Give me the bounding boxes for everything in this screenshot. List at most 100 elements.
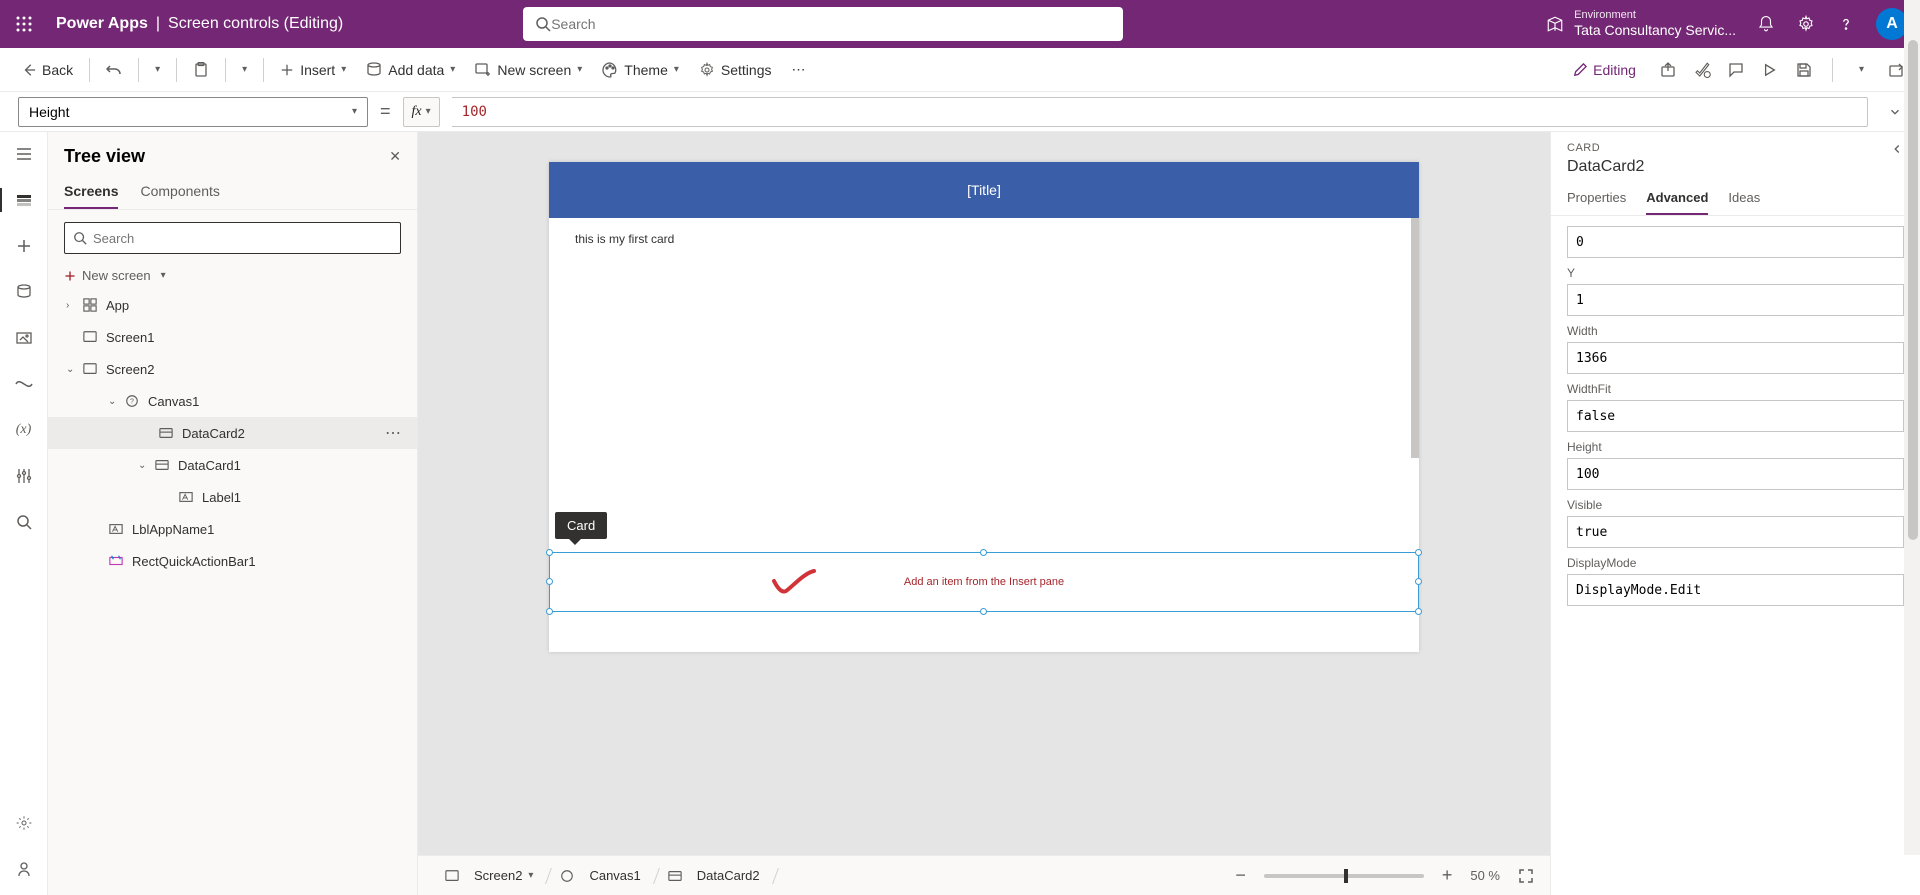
- more-icon[interactable]: ⋯: [385, 423, 403, 443]
- zoom-thumb[interactable]: [1344, 869, 1348, 883]
- formula-input[interactable]: [452, 97, 1868, 127]
- tab-advanced[interactable]: Advanced: [1646, 182, 1708, 215]
- resize-handle[interactable]: [980, 549, 987, 556]
- search-rail-icon[interactable]: [12, 510, 36, 534]
- panel-scrollbar[interactable]: [1904, 0, 1920, 855]
- theme-button[interactable]: Theme ▾: [594, 58, 687, 82]
- help-icon[interactable]: [1836, 14, 1856, 34]
- prop-input[interactable]: [1567, 342, 1904, 374]
- screen-surface[interactable]: [Title] this is my first card Card Add a…: [549, 162, 1419, 652]
- global-search[interactable]: [523, 7, 1123, 41]
- tree-item-lblappname[interactable]: LblAppName1: [48, 513, 417, 545]
- prop-input[interactable]: [1567, 458, 1904, 490]
- chevron-right-icon[interactable]: ›: [66, 300, 78, 311]
- resize-handle[interactable]: [546, 608, 553, 615]
- tree-item-screen2[interactable]: ⌄ Screen2: [48, 353, 417, 385]
- tree-item-label1[interactable]: Label1: [48, 481, 417, 513]
- tree-view-icon[interactable]: [12, 188, 36, 212]
- fx-button[interactable]: fx ▾: [403, 97, 440, 127]
- publish-icon[interactable]: [1886, 60, 1906, 80]
- editing-mode[interactable]: Editing: [1565, 58, 1644, 82]
- new-screen-button[interactable]: New screen ▾: [467, 58, 590, 82]
- tab-screens[interactable]: Screens: [64, 175, 118, 209]
- chevron-down-icon[interactable]: ⌄: [108, 396, 120, 407]
- selected-datacard[interactable]: Add an item from the Insert pane: [549, 552, 1419, 612]
- tree-item-datacard2[interactable]: DataCard2 ⋯: [48, 417, 417, 449]
- settings-button[interactable]: Settings: [691, 58, 780, 82]
- prop-input[interactable]: [1567, 284, 1904, 316]
- tab-ideas[interactable]: Ideas: [1728, 182, 1760, 215]
- property-selector[interactable]: Height ▾: [18, 97, 368, 127]
- app-checker-icon[interactable]: [1692, 60, 1712, 80]
- product-name[interactable]: Power Apps: [56, 15, 148, 33]
- scrollbar-thumb[interactable]: [1908, 40, 1918, 540]
- resize-handle[interactable]: [546, 578, 553, 585]
- first-card-label[interactable]: this is my first card: [575, 232, 674, 246]
- prop-input[interactable]: [1567, 516, 1904, 548]
- chevron-down-icon[interactable]: ⌄: [66, 364, 78, 375]
- hamburger-icon[interactable]: [12, 142, 36, 166]
- tree-new-screen[interactable]: New screen ▾: [48, 262, 417, 289]
- resize-handle[interactable]: [1415, 549, 1422, 556]
- tab-properties[interactable]: Properties: [1567, 182, 1626, 215]
- insert-rail-icon[interactable]: [12, 234, 36, 258]
- variables-rail-icon[interactable]: (x): [12, 418, 36, 442]
- breadcrumb-screen[interactable]: Screen2 ▾: [434, 864, 549, 888]
- tree-item-screen1[interactable]: Screen1: [48, 321, 417, 353]
- tools-rail-icon[interactable]: [12, 464, 36, 488]
- save-icon[interactable]: [1794, 60, 1814, 80]
- settings-rail-icon[interactable]: [12, 811, 36, 835]
- tree-search-input[interactable]: [93, 231, 392, 246]
- resize-handle[interactable]: [1415, 578, 1422, 585]
- prop-input[interactable]: [1567, 574, 1904, 606]
- flows-rail-icon[interactable]: [12, 372, 36, 396]
- breadcrumb-card[interactable]: DataCard2: [657, 864, 776, 888]
- environment-picker[interactable]: Environment Tata Consultancy Servic...: [1546, 9, 1736, 39]
- inner-scrollbar[interactable]: [1411, 218, 1419, 458]
- share-icon[interactable]: [1658, 60, 1678, 80]
- notifications-icon[interactable]: [1756, 14, 1776, 34]
- data-rail-icon[interactable]: [12, 280, 36, 304]
- tree-item-rectquick[interactable]: RectQuickActionBar1: [48, 545, 417, 577]
- tree-item-canvas1[interactable]: ⌄ ? Canvas1: [48, 385, 417, 417]
- screen-header[interactable]: [Title]: [549, 162, 1419, 218]
- tree-search[interactable]: [64, 222, 401, 254]
- zoom-out-icon[interactable]: −: [1235, 865, 1246, 886]
- breadcrumb-canvas[interactable]: Canvas1: [549, 864, 656, 888]
- media-rail-icon[interactable]: [12, 326, 36, 350]
- resize-handle[interactable]: [980, 608, 987, 615]
- tree-item-datacard1[interactable]: ⌄ DataCard1: [48, 449, 417, 481]
- search-input[interactable]: [551, 16, 1111, 32]
- insert-button[interactable]: Insert ▾: [272, 58, 354, 82]
- add-data-button[interactable]: Add data ▾: [358, 58, 463, 82]
- resize-handle[interactable]: [546, 549, 553, 556]
- expand-panel-icon[interactable]: [1890, 142, 1904, 156]
- undo-dropdown[interactable]: ▾: [147, 60, 168, 79]
- formula-expand-icon[interactable]: [1888, 105, 1902, 119]
- prop-input[interactable]: [1567, 226, 1904, 258]
- fit-screen-icon[interactable]: [1518, 868, 1534, 884]
- paste-dropdown[interactable]: ▾: [234, 60, 255, 79]
- preview-icon[interactable]: [1760, 60, 1780, 80]
- zoom-slider[interactable]: [1264, 874, 1424, 878]
- canvas-stage[interactable]: [Title] this is my first card Card Add a…: [418, 132, 1550, 855]
- zoom-in-icon[interactable]: +: [1442, 865, 1453, 886]
- undo-button[interactable]: [98, 58, 130, 82]
- app-launcher-icon[interactable]: [12, 12, 36, 36]
- settings-gear-icon[interactable]: [1796, 14, 1816, 34]
- resize-handle[interactable]: [1415, 608, 1422, 615]
- paste-button[interactable]: [185, 58, 217, 82]
- back-button[interactable]: Back: [14, 58, 81, 82]
- more-button[interactable]: ⋯: [783, 57, 815, 82]
- close-icon[interactable]: ✕: [389, 148, 401, 165]
- chevron-down-icon: ▾: [352, 106, 357, 117]
- comments-icon[interactable]: [1726, 60, 1746, 80]
- chevron-down-icon[interactable]: ⌄: [138, 460, 150, 471]
- save-dropdown[interactable]: ▾: [1851, 60, 1872, 79]
- tree-item-app[interactable]: › App: [48, 289, 417, 321]
- breadcrumb-label: DataCard2: [697, 868, 760, 883]
- prop-input[interactable]: [1567, 400, 1904, 432]
- tab-components[interactable]: Components: [140, 175, 219, 209]
- virtual-agent-rail-icon[interactable]: [12, 857, 36, 881]
- title-placeholder: [Title]: [967, 182, 1001, 198]
